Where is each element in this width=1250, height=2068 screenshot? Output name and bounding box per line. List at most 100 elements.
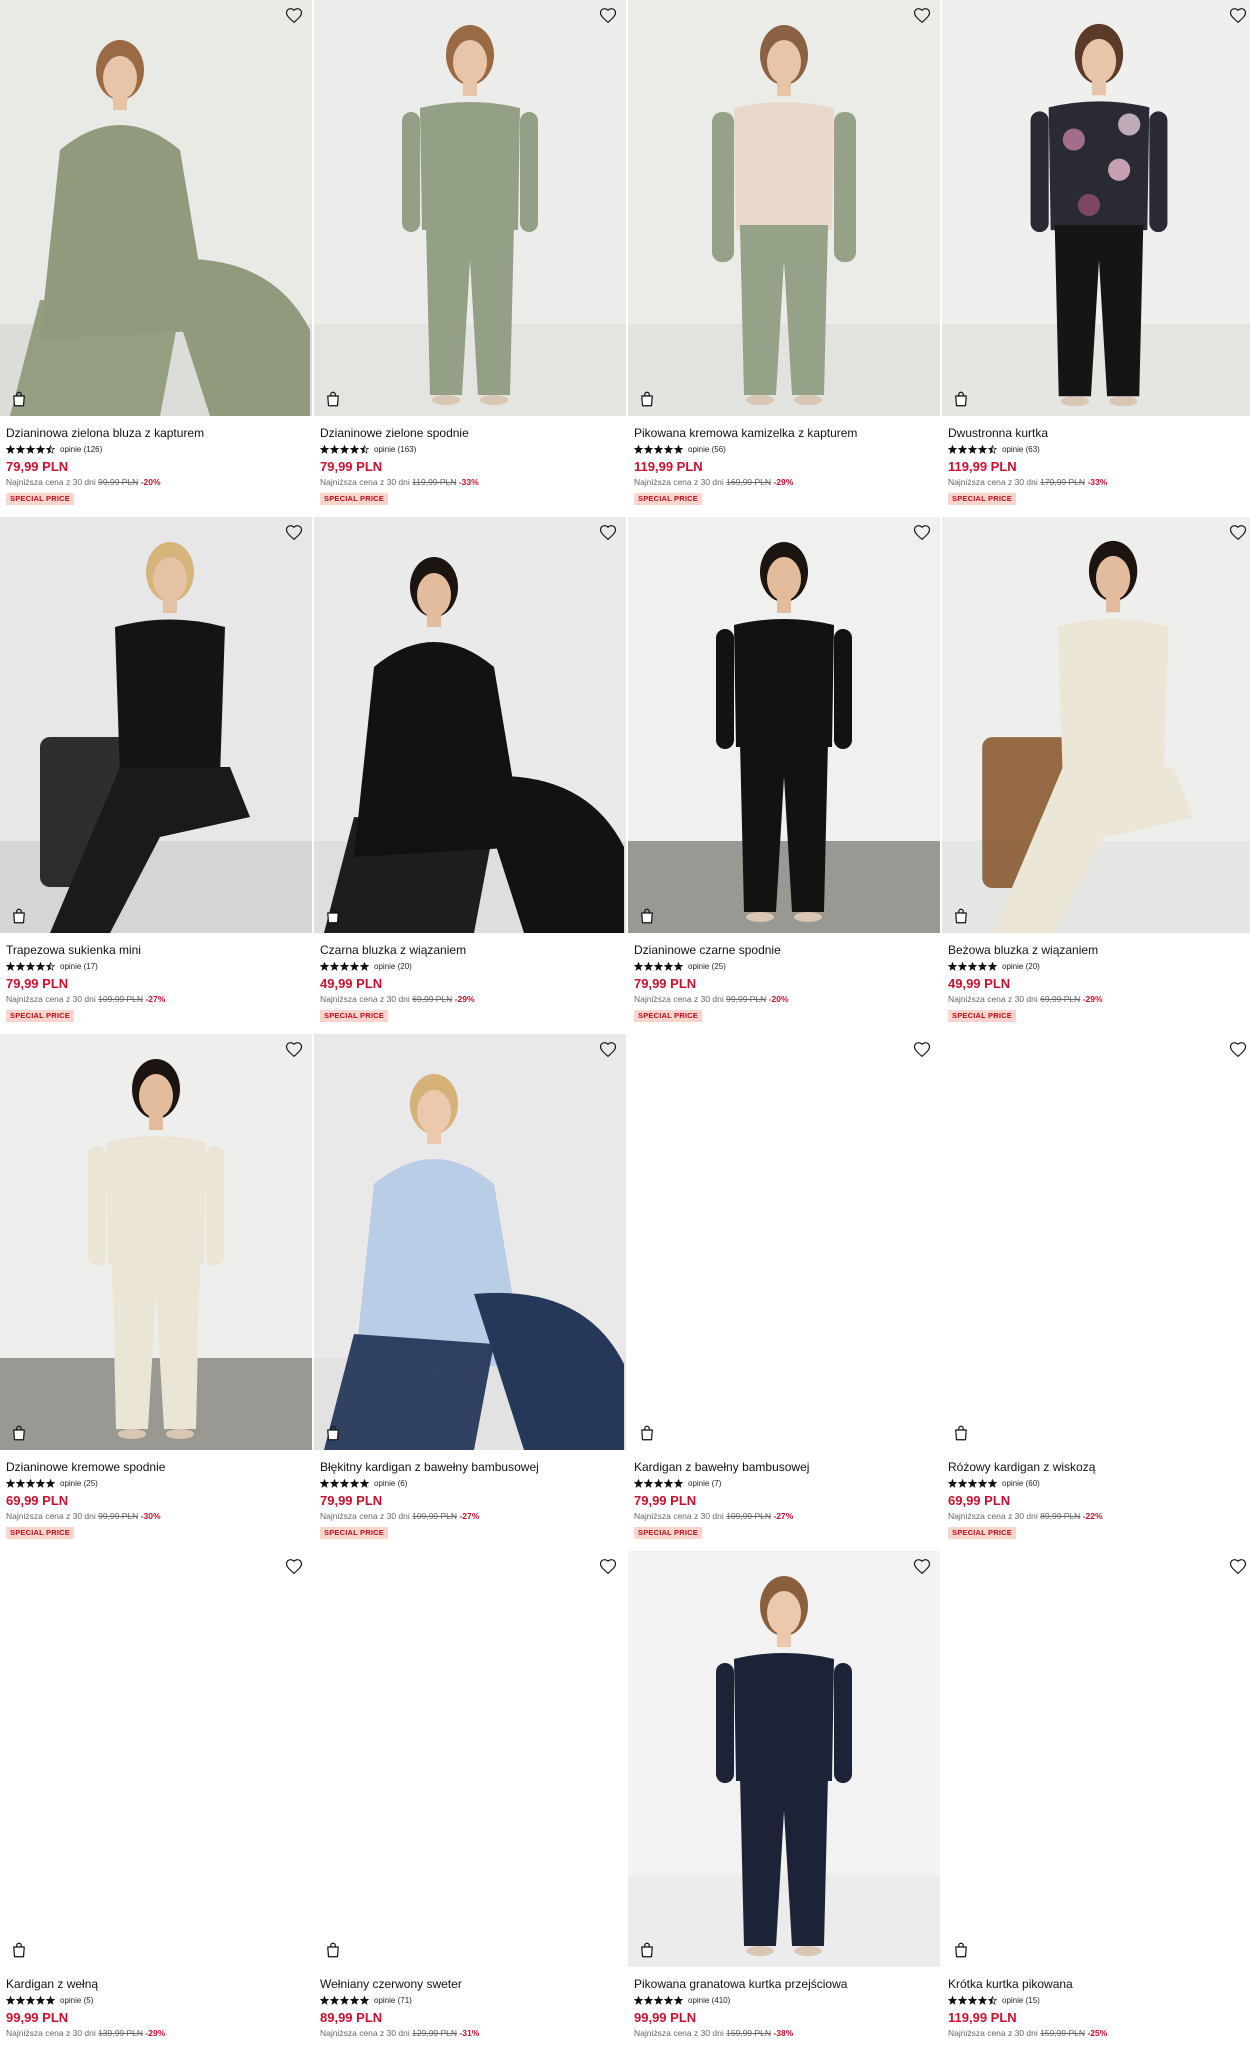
product-card[interactable]: Czarna bluzka z wiązaniem opinie (20) 49,9… xyxy=(314,517,626,1034)
product-name[interactable]: Kardigan z wełną xyxy=(6,1977,306,1992)
product-image[interactable] xyxy=(942,1551,1250,1967)
review-count[interactable]: opinie (25) xyxy=(60,1479,98,1488)
heart-icon[interactable] xyxy=(1228,6,1248,26)
shopping-bag-icon[interactable] xyxy=(638,1941,656,1959)
shopping-bag-icon[interactable] xyxy=(10,390,28,408)
product-image[interactable] xyxy=(314,1551,626,1967)
heart-icon[interactable] xyxy=(598,1040,618,1060)
shopping-bag-icon[interactable] xyxy=(324,1941,342,1959)
product-image[interactable] xyxy=(0,1034,312,1450)
product-name[interactable]: Błękitny kardigan z bawełny bambusowej xyxy=(320,1460,620,1475)
product-name[interactable]: Beżowa bluzka z wiązaniem xyxy=(948,943,1250,958)
product-image[interactable] xyxy=(628,1551,940,1967)
product-name[interactable]: Dzianinowa zielona bluza z kapturem xyxy=(6,426,306,441)
shopping-bag-icon[interactable] xyxy=(952,1424,970,1442)
review-count[interactable]: opinie (15) xyxy=(1002,1996,1040,2005)
product-name[interactable]: Dzianinowe kremowe spodnie xyxy=(6,1460,306,1475)
product-image[interactable] xyxy=(942,517,1250,933)
product-name[interactable]: Pikowana kremowa kamizelka z kapturem xyxy=(634,426,934,441)
review-count[interactable]: opinie (63) xyxy=(1002,445,1040,454)
review-count[interactable]: opinie (7) xyxy=(688,1479,721,1488)
product-card[interactable]: Dzianinowe czarne spodnie opinie (25) 79,9… xyxy=(628,517,940,1034)
shopping-bag-icon[interactable] xyxy=(324,1424,342,1442)
heart-icon[interactable] xyxy=(598,523,618,543)
product-card[interactable]: Wełniany czerwony sweter opinie (71) 89,99… xyxy=(314,1551,626,2068)
product-card[interactable]: Różowy kardigan z wiskozą opinie (60) 69,9… xyxy=(942,1034,1250,1551)
heart-icon[interactable] xyxy=(912,1557,932,1577)
review-count[interactable]: opinie (71) xyxy=(374,1996,412,2005)
star-icon xyxy=(674,445,683,454)
product-image[interactable] xyxy=(0,1551,312,1967)
heart-icon[interactable] xyxy=(284,1040,304,1060)
shopping-bag-icon[interactable] xyxy=(638,1424,656,1442)
product-card[interactable]: Dzianinowe zielone spodnie opinie (163) 79… xyxy=(314,0,626,517)
heart-icon[interactable] xyxy=(1228,523,1248,543)
product-card[interactable]: Kardigan z wełną opinie (5) 99,99 PLN Najni… xyxy=(0,1551,312,2068)
product-card[interactable]: Pikowana kremowa kamizelka z kapturem opi… xyxy=(628,0,940,517)
product-name[interactable]: Pikowana granatowa kurtka przejściowa xyxy=(634,1977,934,1992)
product-card[interactable]: Błękitny kardigan z bawełny bambusowej op… xyxy=(314,1034,626,1551)
product-name[interactable]: Dzianinowe czarne spodnie xyxy=(634,943,934,958)
shopping-bag-icon[interactable] xyxy=(324,907,342,925)
heart-icon[interactable] xyxy=(912,6,932,26)
shopping-bag-icon[interactable] xyxy=(638,390,656,408)
review-count[interactable]: opinie (410) xyxy=(688,1996,730,2005)
review-count[interactable]: opinie (60) xyxy=(1002,1479,1040,1488)
shopping-bag-icon[interactable] xyxy=(952,390,970,408)
product-name[interactable]: Wełniany czerwony sweter xyxy=(320,1977,620,1992)
review-count[interactable]: opinie (20) xyxy=(374,962,412,971)
shopping-bag-icon[interactable] xyxy=(324,390,342,408)
heart-icon[interactable] xyxy=(912,1040,932,1060)
shopping-bag-icon[interactable] xyxy=(952,907,970,925)
product-card[interactable]: Pikowana granatowa kurtka przejściowa opi… xyxy=(628,1551,940,2068)
product-name[interactable]: Różowy kardigan z wiskozą xyxy=(948,1460,1250,1475)
product-card[interactable]: Beżowa bluzka z wiązaniem opinie (20) 49,9… xyxy=(942,517,1250,1034)
star-icon xyxy=(968,962,977,971)
review-count[interactable]: opinie (25) xyxy=(688,962,726,971)
review-count[interactable]: opinie (20) xyxy=(1002,962,1040,971)
shopping-bag-icon[interactable] xyxy=(10,1941,28,1959)
product-card[interactable]: Kardigan z bawełny bambusowej opinie (7) 7… xyxy=(628,1034,940,1551)
product-image[interactable] xyxy=(0,517,312,933)
heart-icon[interactable] xyxy=(598,1557,618,1577)
heart-icon[interactable] xyxy=(912,523,932,543)
review-count[interactable]: opinie (126) xyxy=(60,445,102,454)
product-card[interactable]: Dwustronna kurtka opinie (63) 119,99 PLN Na… xyxy=(942,0,1250,517)
product-image[interactable] xyxy=(628,1034,940,1450)
review-count[interactable]: opinie (5) xyxy=(60,1996,93,2005)
product-image[interactable] xyxy=(314,0,626,416)
product-name[interactable]: Dzianinowe zielone spodnie xyxy=(320,426,620,441)
product-image[interactable] xyxy=(0,0,312,416)
product-card[interactable]: Trapezowa sukienka mini opinie (17) 79,99 … xyxy=(0,517,312,1034)
product-name[interactable]: Czarna bluzka z wiązaniem xyxy=(320,943,620,958)
star-icon xyxy=(988,1996,997,2005)
heart-icon[interactable] xyxy=(1228,1557,1248,1577)
shopping-bag-icon[interactable] xyxy=(10,1424,28,1442)
product-image[interactable] xyxy=(628,517,940,933)
product-image[interactable] xyxy=(628,0,940,416)
product-card[interactable]: Dzianinowa zielona bluza z kapturem opini… xyxy=(0,0,312,517)
product-image[interactable] xyxy=(942,0,1250,416)
product-image[interactable] xyxy=(314,1034,626,1450)
product-name[interactable]: Krótka kurtka pikowana xyxy=(948,1977,1250,1992)
heart-icon[interactable] xyxy=(284,523,304,543)
heart-icon[interactable] xyxy=(1228,1040,1248,1060)
lowest-price-info: Najniższa cena z 30 dni 139,99 PLN -29% xyxy=(6,2028,306,2039)
review-count[interactable]: opinie (6) xyxy=(374,1479,407,1488)
review-count[interactable]: opinie (17) xyxy=(60,962,98,971)
shopping-bag-icon[interactable] xyxy=(952,1941,970,1959)
review-count[interactable]: opinie (56) xyxy=(688,445,726,454)
heart-icon[interactable] xyxy=(284,1557,304,1577)
product-name[interactable]: Trapezowa sukienka mini xyxy=(6,943,306,958)
heart-icon[interactable] xyxy=(284,6,304,26)
product-image[interactable] xyxy=(942,1034,1250,1450)
product-card[interactable]: Krótka kurtka pikowana opinie (15) 119,99 … xyxy=(942,1551,1250,2068)
shopping-bag-icon[interactable] xyxy=(10,907,28,925)
heart-icon[interactable] xyxy=(598,6,618,26)
product-name[interactable]: Kardigan z bawełny bambusowej xyxy=(634,1460,934,1475)
product-card[interactable]: Dzianinowe kremowe spodnie opinie (25) 69,… xyxy=(0,1034,312,1551)
product-name[interactable]: Dwustronna kurtka xyxy=(948,426,1250,441)
review-count[interactable]: opinie (163) xyxy=(374,445,416,454)
product-image[interactable] xyxy=(314,517,626,933)
shopping-bag-icon[interactable] xyxy=(638,907,656,925)
